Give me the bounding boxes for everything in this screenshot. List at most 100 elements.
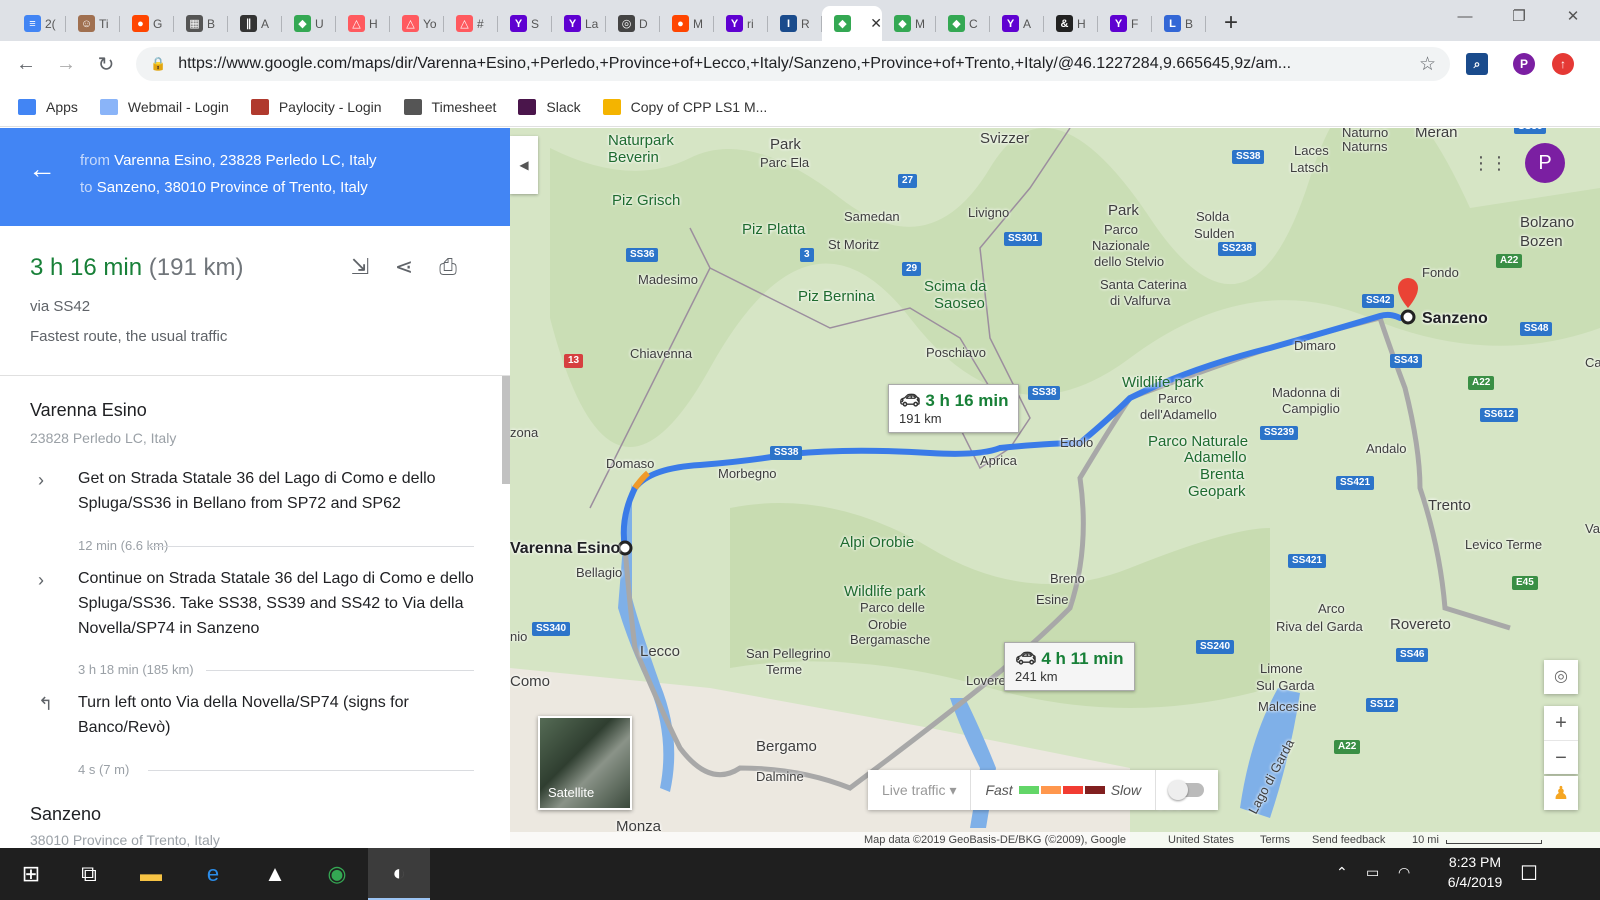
browser-tab[interactable]: ◎ D (606, 6, 660, 41)
bookmark-item[interactable]: Paylocity - Login (250, 98, 382, 115)
map-place-label[interactable]: Dimaro (1294, 337, 1336, 354)
forward-icon[interactable]: → (46, 53, 86, 76)
chevron-right-icon[interactable]: › (38, 570, 44, 591)
send-to-phone-icon[interactable]: ⇲ (338, 254, 382, 280)
map-place-label[interactable]: Lecco (640, 643, 680, 660)
map-place-label[interactable]: Scima da (924, 278, 987, 295)
app-active-icon[interactable]: ◐ (368, 848, 430, 900)
map-place-label[interactable]: Fondo (1422, 264, 1459, 281)
map-place-label[interactable]: Andalo (1366, 440, 1406, 457)
close-window-icon[interactable]: ✕ (1546, 0, 1600, 34)
apps-grid-icon[interactable]: ⋮⋮ (1472, 153, 1508, 174)
map-place-label[interactable]: Poschiavo (926, 344, 986, 361)
map-place-label[interactable]: Morbegno (718, 465, 777, 482)
map-place-label[interactable]: Beverin (608, 149, 659, 166)
browser-tab[interactable]: △ # (444, 6, 498, 41)
clock[interactable]: 8:23 PM 6/4/2019 (1434, 854, 1516, 890)
map-place-label[interactable]: Parco (1104, 221, 1138, 238)
end-marker[interactable] (1400, 309, 1416, 325)
browser-tab[interactable]: ◆ ✕ (822, 6, 882, 41)
map-place-label[interactable]: Piz Bernina (798, 288, 875, 305)
map-place-label[interactable]: Naturns (1342, 138, 1388, 155)
map-place-label[interactable]: San Pellegrino (746, 645, 831, 662)
back-icon[interactable]: ← (6, 53, 46, 76)
map-place-label[interactable]: Malcesine (1258, 698, 1317, 715)
browser-tab[interactable]: ◆ U (282, 6, 336, 41)
zoom-out-button[interactable]: − (1544, 740, 1578, 774)
browser-tab[interactable]: △ H (336, 6, 390, 41)
browser-tab[interactable]: Yri (714, 6, 768, 41)
turn-left-icon[interactable]: ↰ (38, 694, 53, 715)
map-place-label[interactable]: Chiavenna (630, 345, 692, 362)
browser-tab[interactable]: Y La (552, 6, 606, 41)
my-location-icon[interactable]: ◎ (1544, 660, 1578, 694)
browser-tab[interactable]: ∥ A (228, 6, 282, 41)
account-avatar[interactable]: P (1525, 143, 1565, 183)
map-place-label[interactable]: St Moritz (828, 236, 879, 253)
bookmark-star-icon[interactable]: ☆ (1419, 53, 1436, 76)
restore-icon[interactable]: ❐ (1492, 0, 1546, 34)
satellite-toggle[interactable]: Satellite (538, 716, 632, 810)
map-place-label[interactable]: Adamello (1184, 449, 1247, 466)
map-place-label[interactable]: Laces (1294, 142, 1329, 159)
zoom-in-button[interactable]: + (1544, 706, 1578, 740)
map-canvas[interactable]: ◀ Naturpark Beverin Park Parc Ela Svizzer Lac… (510, 128, 1600, 848)
map-place-label[interactable]: dell'Adamello (1140, 406, 1217, 423)
notifications-icon[interactable]: ☐ (1520, 861, 1538, 886)
map-place-label[interactable]: Esine (1036, 591, 1069, 608)
map-place-label[interactable]: Geopark (1188, 483, 1246, 500)
browser-tab[interactable]: ◆ C (936, 6, 990, 41)
map-place-label[interactable]: Arco (1318, 600, 1345, 617)
map-place-label[interactable]: Nazionale (1092, 237, 1150, 254)
url-text[interactable]: https://www.google.com/maps/dir/Varenna+… (178, 55, 1388, 73)
map-place-label[interactable]: zona (510, 424, 538, 441)
browser-tab[interactable]: YA (990, 6, 1044, 41)
map-place-label[interactable]: Ca (1585, 354, 1600, 371)
wifi-icon[interactable]: ◠ (1398, 864, 1410, 881)
country-link[interactable]: United States (1168, 834, 1234, 846)
panel-scrollbar[interactable] (502, 376, 510, 484)
map-place-label[interactable]: Parco delle (860, 599, 925, 616)
browser-tab[interactable]: ▦ B (174, 6, 228, 41)
map-place-label[interactable]: Wildlife park (1122, 374, 1204, 391)
browser-tab[interactable]: ≡ 2( (12, 6, 66, 41)
task-view-icon[interactable]: ⧉ (58, 848, 120, 900)
map-place-label[interactable]: Latsch (1290, 159, 1328, 176)
alternate-route-callout[interactable]: 🚗︎ 4 h 11 min 241 km (1004, 642, 1135, 691)
map-place-label[interactable]: Limone (1260, 660, 1303, 677)
map-place-label[interactable]: Parco (1158, 390, 1192, 407)
battery-icon[interactable]: ▭ (1366, 864, 1379, 881)
start-button-icon[interactable]: ⊞ (0, 848, 62, 900)
minimize-icon[interactable]: — (1438, 0, 1492, 34)
bookmark-item[interactable]: Copy of CPP LS1 M... (602, 98, 767, 115)
chrome-icon[interactable]: ◉ (306, 848, 368, 900)
map-place-label[interactable]: Madonna di (1272, 384, 1340, 401)
bookmark-item[interactable]: Webmail - Login (99, 98, 229, 115)
map-place-label[interactable]: Alpi Orobie (840, 534, 914, 551)
map-place-label[interactable]: Va (1585, 520, 1600, 537)
map-place-label[interactable]: Trento (1428, 497, 1471, 514)
live-traffic-dropdown[interactable]: Live traffic ▾ (868, 770, 972, 810)
back-arrow-icon[interactable]: ← (28, 153, 56, 185)
browser-tab[interactable]: ☺ Ti (66, 6, 120, 41)
map-place-label[interactable]: Livigno (968, 204, 1009, 221)
map-place-label[interactable]: Lovere (966, 672, 1006, 689)
update-icon[interactable]: ↑ (1552, 53, 1574, 75)
browser-tab[interactable]: ◆ M (882, 6, 936, 41)
map-place-label[interactable]: Aprica (980, 452, 1017, 469)
map-place-label[interactable]: Naturpark (608, 132, 674, 149)
map-place-label[interactable]: Parco Naturale (1148, 433, 1248, 450)
map-place-label[interactable]: Wildlife park (844, 583, 926, 600)
map-place-label[interactable]: Campiglio (1282, 400, 1340, 417)
file-explorer-icon[interactable]: ▬ (120, 848, 182, 900)
bookmark-item[interactable]: Slack (518, 98, 581, 115)
bookmark-item[interactable]: Timesheet (403, 98, 496, 115)
map-place-label[interactable]: Solda (1196, 208, 1229, 225)
to-line[interactable]: to Sanzeno, 38010 Province of Trento, It… (80, 179, 368, 196)
map-place-label[interactable]: Edolo (1060, 434, 1093, 451)
reload-icon[interactable]: ↻ (86, 52, 126, 77)
scale-label[interactable]: 10 mi (1412, 834, 1439, 846)
map-place-label[interactable]: Bolzano (1520, 214, 1574, 231)
browser-tab[interactable]: ● G (120, 6, 174, 41)
new-tab-button[interactable]: + (1224, 6, 1238, 41)
